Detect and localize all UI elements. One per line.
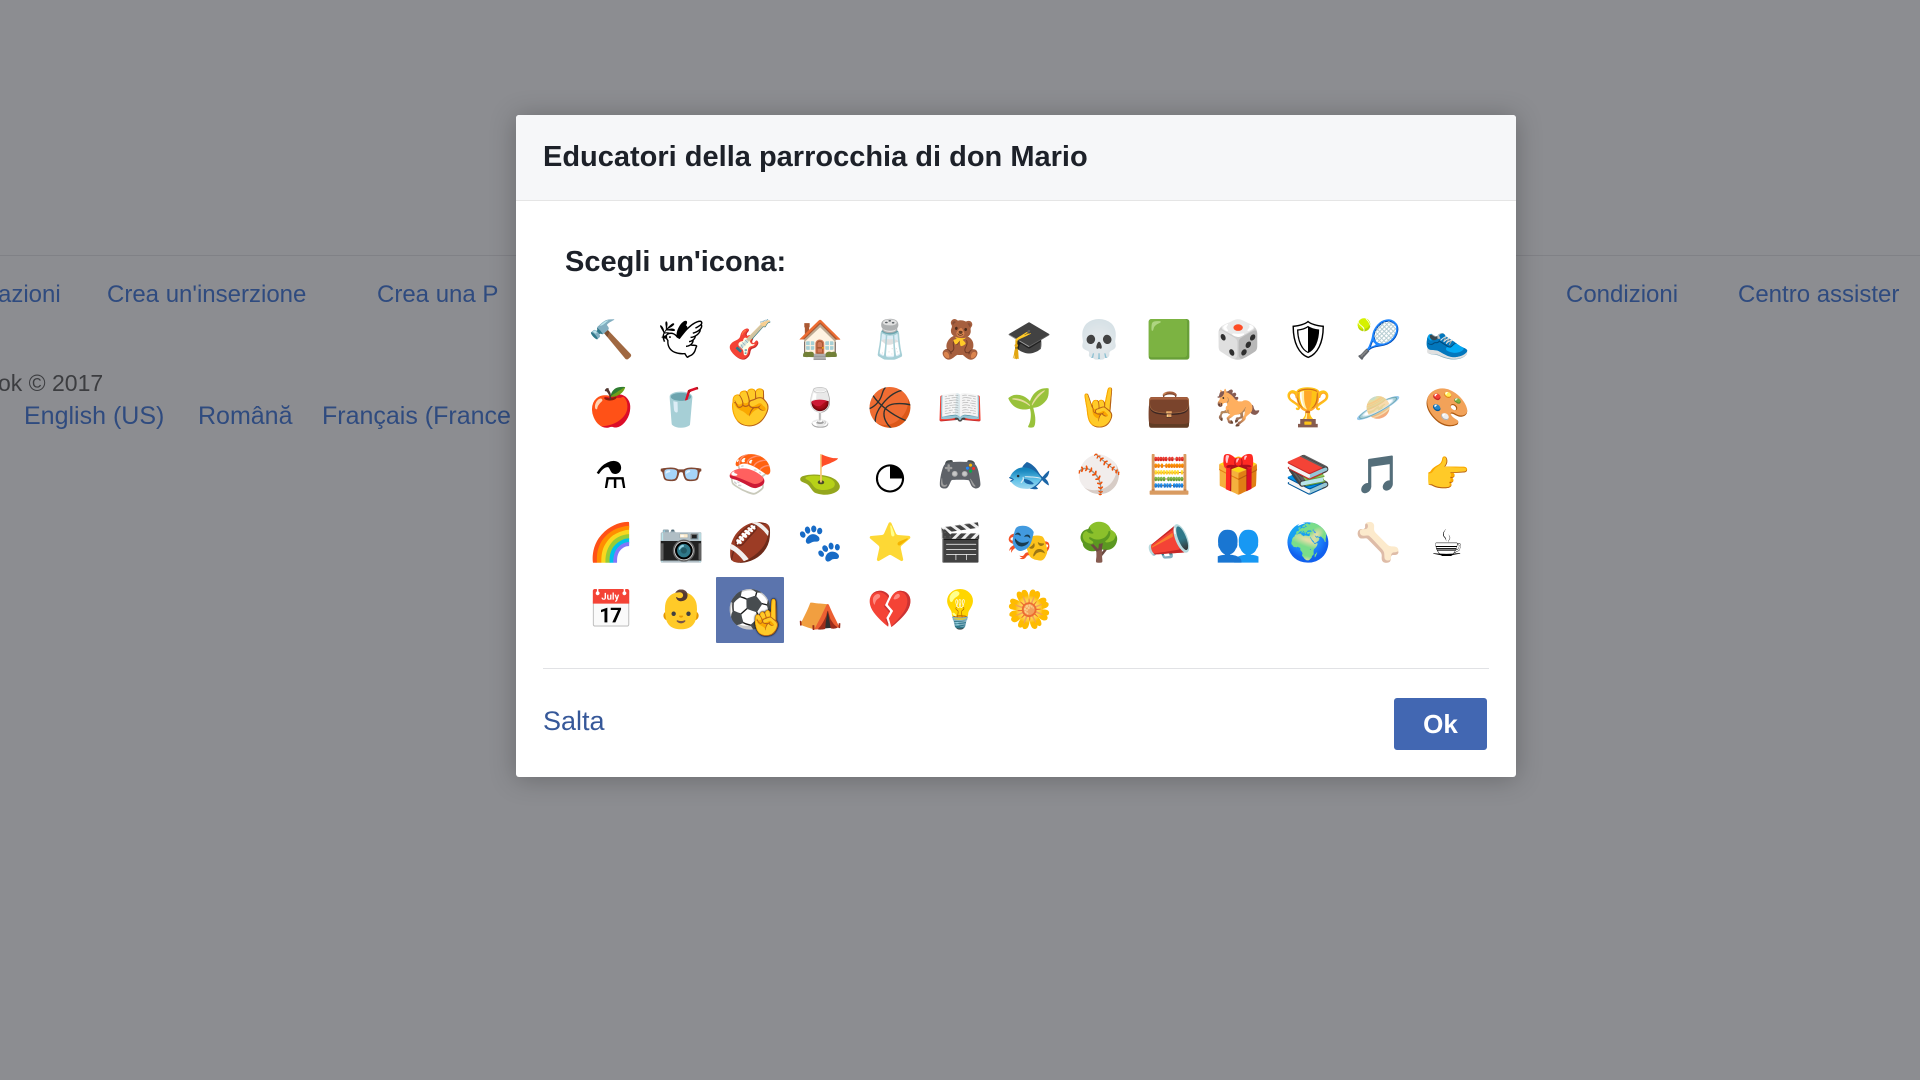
group-icon[interactable]: 👥 xyxy=(1204,510,1272,576)
choose-icon-dialog: Educatori della parrocchia di don Mario … xyxy=(516,115,1516,777)
broken-heart-icon[interactable]: 💔 xyxy=(856,577,924,643)
soccer-ball-icon[interactable]: ⚽ xyxy=(716,577,784,643)
choose-icon-prompt: Scegli un'icona: xyxy=(565,246,787,278)
salt-shaker-icon[interactable]: 🧂 xyxy=(856,307,924,373)
game-controller-icon[interactable]: 🎮 xyxy=(926,442,994,508)
dice-icon[interactable]: 🎲 xyxy=(1204,307,1272,373)
pie-chart-icon[interactable]: ◔ xyxy=(856,442,924,508)
star-badge-icon[interactable]: ⭐ xyxy=(856,510,924,576)
dialog-title: Educatori della parrocchia di don Mario xyxy=(516,115,1516,201)
coffee-cup-icon[interactable]: ☕ xyxy=(1413,510,1481,576)
copyright-text: ok © 2017 xyxy=(0,370,104,396)
music-note-icon[interactable]: 🎵 xyxy=(1344,442,1412,508)
palette-icon[interactable]: 🎨 xyxy=(1413,375,1481,441)
house-icon[interactable]: 🏠 xyxy=(786,307,854,373)
golf-flag-icon[interactable]: ⛳ xyxy=(786,442,854,508)
camera-icon[interactable]: 📷 xyxy=(647,510,715,576)
teddy-bear-icon[interactable]: 🧸 xyxy=(926,307,994,373)
rock-hand-icon[interactable]: 🤘 xyxy=(1065,375,1133,441)
language-link[interactable]: Français (France xyxy=(322,402,511,431)
footer-link[interactable]: Condizioni xyxy=(1566,281,1678,309)
seedling-icon[interactable]: 🌱 xyxy=(995,375,1063,441)
footer-link[interactable]: Crea un'inserzione xyxy=(107,281,306,309)
horse-icon[interactable]: 🐎 xyxy=(1204,375,1272,441)
shield-icon[interactable]: 🛡 xyxy=(1274,307,1342,373)
rainbow-icon[interactable]: 🌈 xyxy=(577,510,645,576)
trophy-icon[interactable]: 🏆 xyxy=(1274,375,1342,441)
footer-link[interactable]: azioni xyxy=(0,281,61,309)
bone-icon[interactable]: 🦴 xyxy=(1344,510,1412,576)
sushi-icon[interactable]: 🍣 xyxy=(716,442,784,508)
sneaker-icon[interactable]: 👟 xyxy=(1413,307,1481,373)
paw-print-icon[interactable]: 🐾 xyxy=(786,510,854,576)
flower-icon[interactable]: 🌼 xyxy=(995,577,1063,643)
ok-button[interactable]: Ok xyxy=(1394,698,1487,750)
skip-link[interactable]: Salta xyxy=(543,706,605,737)
football-icon[interactable]: 🏈 xyxy=(716,510,784,576)
pointing-hand-icon[interactable]: 👉 xyxy=(1413,442,1481,508)
clapperboard-icon[interactable]: 🎬 xyxy=(926,510,994,576)
wine-glass-icon[interactable]: 🍷 xyxy=(786,375,854,441)
tree-icon[interactable]: 🌳 xyxy=(1065,510,1133,576)
cup-icon[interactable]: 🥤 xyxy=(647,375,715,441)
calculator-icon[interactable]: 🧮 xyxy=(1135,442,1203,508)
light-bulb-icon[interactable]: 💡 xyxy=(926,577,994,643)
theater-masks-icon[interactable]: 🎭 xyxy=(995,510,1063,576)
child-face-icon[interactable]: 👶 xyxy=(647,577,715,643)
gavel-icon[interactable]: 🔨 xyxy=(577,307,645,373)
bookshelf-icon[interactable]: 📚 xyxy=(1274,442,1342,508)
basketball-icon[interactable]: 🏀 xyxy=(856,375,924,441)
baseball-icon[interactable]: ⚾ xyxy=(1065,442,1133,508)
megaphone-icon[interactable]: 📣 xyxy=(1135,510,1203,576)
fish-icon[interactable]: 🐟 xyxy=(995,442,1063,508)
footer-link[interactable]: Crea una P xyxy=(377,281,498,309)
book-icon[interactable]: 📖 xyxy=(926,375,994,441)
tent-icon[interactable]: ⛺ xyxy=(786,577,854,643)
globe-icon[interactable]: 🌍 xyxy=(1274,510,1342,576)
apple-icon[interactable]: 🍎 xyxy=(577,375,645,441)
graduation-cap-icon[interactable]: 🎓 xyxy=(995,307,1063,373)
footer-divider xyxy=(543,668,1489,669)
flask-icon[interactable]: ⚗ xyxy=(577,442,645,508)
guitar-icon[interactable]: 🎸 xyxy=(716,307,784,373)
glasses-icon[interactable]: 👓 xyxy=(647,442,715,508)
gift-icon[interactable]: 🎁 xyxy=(1204,442,1272,508)
skull-icon[interactable]: 💀 xyxy=(1065,307,1133,373)
dove-icon[interactable]: 🕊 xyxy=(647,307,715,373)
calendar-icon[interactable]: 📅 xyxy=(577,577,645,643)
language-link[interactable]: English (US) xyxy=(24,402,164,431)
tennis-racket-icon[interactable]: 🎾 xyxy=(1344,307,1412,373)
chalkboard-icon[interactable]: 🟩 xyxy=(1135,307,1203,373)
footer-link[interactable]: Centro assister xyxy=(1738,281,1899,309)
language-link[interactable]: Română xyxy=(198,402,293,431)
raised-fist-icon[interactable]: ✊ xyxy=(716,375,784,441)
briefcase-icon[interactable]: 💼 xyxy=(1135,375,1203,441)
planet-icon[interactable]: 🪐 xyxy=(1344,375,1412,441)
